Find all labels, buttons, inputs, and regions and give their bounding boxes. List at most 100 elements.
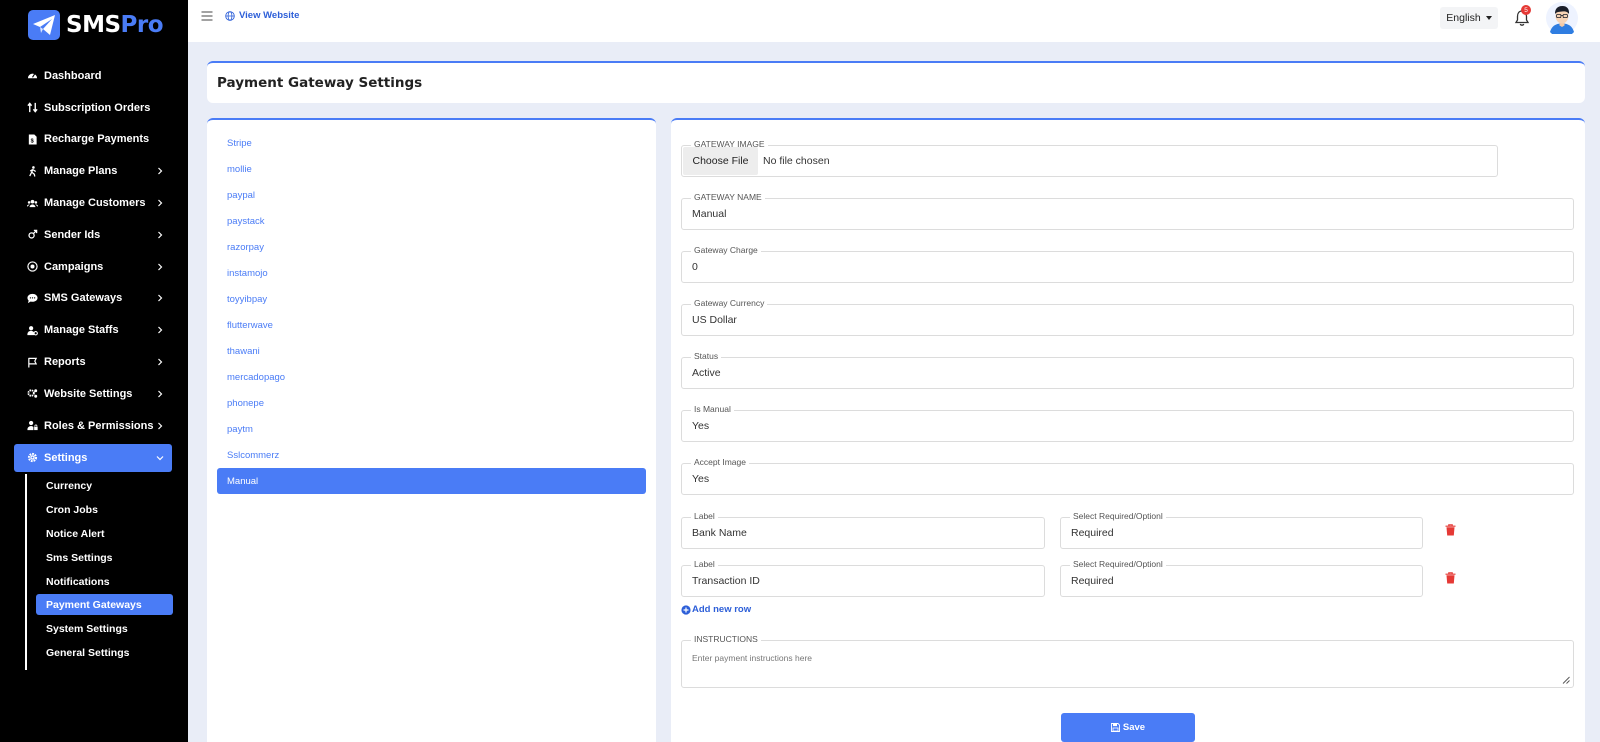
is-manual-label: Is Manual — [691, 404, 734, 414]
gateway-item-sslcommerz[interactable]: Sslcommerz — [217, 442, 646, 468]
sidebar-item-label: Manage Customers — [44, 197, 146, 210]
language-label: English — [1446, 12, 1481, 24]
sidebar-subitem-payment-gateways[interactable]: Payment Gateways — [36, 594, 173, 616]
sidebar-item-label: Campaigns — [44, 260, 104, 273]
sidebar-item-label: Manage Staffs — [44, 324, 119, 337]
chevron-right-icon — [158, 358, 163, 366]
gateway-name-label: GATEWAY NAME — [691, 192, 765, 202]
sidebar: SMSPro Dashboard Subscription Orders $ R… — [0, 0, 188, 742]
row-label-input[interactable]: Label Transaction ID — [681, 559, 1045, 597]
row-required-select[interactable]: Select Required/Optionl Required — [1060, 511, 1423, 549]
sidebar-subitem-general-settings[interactable]: General Settings — [27, 641, 173, 665]
chevron-right-icon — [158, 326, 163, 334]
gateway-item-paytm[interactable]: paytm — [217, 416, 646, 442]
gateway-item-mercadopago[interactable]: mercadopago — [217, 364, 646, 390]
accept-image-label: Accept Image — [691, 457, 749, 467]
sidebar-item-campaigns[interactable]: Campaigns — [14, 251, 172, 283]
invoice-icon: $ — [26, 133, 38, 145]
gauge-icon — [26, 70, 38, 82]
is-manual-value: Yes — [692, 420, 710, 432]
sidebar-item-website-settings[interactable]: Website Settings — [14, 378, 172, 410]
status-select[interactable]: Status Active — [681, 351, 1574, 389]
gateway-item-razorpay[interactable]: razorpay — [217, 234, 646, 260]
gateway-item-toyyibpay[interactable]: toyyibpay — [217, 286, 646, 312]
gateway-list: Stripe mollie paypal paystack razorpay i… — [217, 130, 646, 494]
sidebar-item-roles-permissions[interactable]: Roles & Permissions — [14, 410, 172, 442]
gateway-item-paystack[interactable]: paystack — [217, 208, 646, 234]
sidebar-item-label: Recharge Payments — [44, 133, 150, 146]
row-required-title: Select Required/Optionl — [1070, 511, 1166, 521]
sidebar-item-recharge-payments[interactable]: $ Recharge Payments — [14, 124, 172, 156]
target-icon — [26, 261, 38, 273]
gateway-currency-select[interactable]: Gateway Currency US Dollar — [681, 298, 1574, 336]
accept-image-select[interactable]: Accept Image Yes — [681, 457, 1574, 495]
avatar[interactable] — [1546, 2, 1578, 34]
row-label-title: Label — [691, 511, 718, 521]
sidebar-item-sms-gateways[interactable]: SMS Gateways — [14, 283, 172, 315]
flag-icon — [26, 356, 38, 368]
brand-name: SMSPro — [66, 12, 164, 38]
sidebar-item-settings[interactable]: Settings — [14, 443, 172, 472]
sidebar-item-manage-customers[interactable]: Manage Customers — [14, 187, 172, 219]
gear-icon — [26, 452, 38, 464]
sidebar-item-manage-staffs[interactable]: Manage Staffs — [14, 314, 172, 346]
gateway-name-value: Manual — [692, 208, 727, 220]
gears-icon — [26, 388, 38, 400]
sidebar-subitem-system-settings[interactable]: System Settings — [27, 617, 173, 641]
sidebar-item-label: Dashboard — [44, 69, 102, 82]
language-dropdown[interactable]: English — [1440, 7, 1498, 29]
sort-arrows-icon — [26, 102, 38, 114]
view-website-label: View Website — [239, 10, 300, 21]
sidebar-item-label: Roles & Permissions — [44, 419, 154, 432]
gateway-name-input[interactable]: GATEWAY NAME Manual — [681, 192, 1574, 230]
add-new-row-link[interactable]: Add new row — [681, 604, 751, 615]
gateway-charge-input[interactable]: Gateway Charge 0 — [681, 245, 1574, 283]
resize-handle-icon[interactable] — [1562, 676, 1570, 684]
choose-file-button[interactable]: Choose File — [683, 147, 758, 175]
gateway-item-phonepe[interactable]: phonepe — [217, 390, 646, 416]
row-label-input[interactable]: Label Bank Name — [681, 511, 1045, 549]
row-required-select[interactable]: Select Required/Optionl Required — [1060, 559, 1423, 597]
caret-down-icon — [1485, 16, 1492, 20]
gateway-item-flutterwave[interactable]: flutterwave — [217, 312, 646, 338]
is-manual-select[interactable]: Is Manual Yes — [681, 404, 1574, 442]
hamburger-menu-icon[interactable] — [201, 10, 213, 22]
sidebar-subitem-notifications[interactable]: Notifications — [27, 570, 173, 594]
globe-icon — [225, 10, 235, 21]
top-bar: View Website English 5 — [188, 0, 1600, 42]
sidebar-item-sender-ids[interactable]: Sender Ids — [14, 219, 172, 251]
sidebar-item-label: Sender Ids — [44, 228, 101, 241]
instructions-textarea[interactable]: INSTRUCTIONS Enter payment instructions … — [681, 634, 1574, 688]
gateway-image-file-input[interactable]: GATEWAY IMAGE Choose File No file chosen — [681, 139, 1498, 177]
sidebar-item-reports[interactable]: Reports — [14, 346, 172, 378]
sidebar-item-subscription-orders[interactable]: Subscription Orders — [14, 92, 172, 124]
chevron-right-icon — [158, 422, 163, 430]
sidebar-item-dashboard[interactable]: Dashboard — [14, 60, 172, 92]
brand-logo[interactable]: SMSPro — [28, 9, 164, 41]
gateway-item-paypal[interactable]: paypal — [217, 182, 646, 208]
sidebar-subitem-currency[interactable]: Currency — [27, 474, 173, 498]
save-label: Save — [1122, 722, 1146, 733]
sidebar-subitem-notice-alert[interactable]: Notice Alert — [27, 522, 173, 546]
save-button[interactable]: Save — [1061, 713, 1195, 742]
sidebar-nav: Dashboard Subscription Orders $ Recharge… — [14, 60, 172, 472]
gateway-item-mollie[interactable]: mollie — [217, 156, 646, 182]
chevron-right-icon — [158, 231, 163, 239]
gateway-item-instamojo[interactable]: instamojo — [217, 260, 646, 286]
row-required-value: Required — [1071, 575, 1114, 587]
sidebar-subitem-sms-settings[interactable]: Sms Settings — [27, 546, 173, 570]
user-lock-icon — [26, 420, 38, 432]
sidebar-item-label: Reports — [44, 356, 86, 369]
trash-icon[interactable] — [1445, 572, 1456, 584]
sidebar-subitem-cron-jobs[interactable]: Cron Jobs — [27, 498, 173, 522]
sidebar-item-manage-plans[interactable]: Manage Plans — [14, 155, 172, 187]
gateway-item-manual[interactable]: Manual — [217, 468, 646, 494]
sidebar-item-label: Settings — [44, 451, 88, 464]
view-website-link[interactable]: View Website — [225, 10, 299, 21]
chevron-right-icon — [158, 199, 163, 207]
row-label-value: Bank Name — [692, 527, 747, 539]
gateway-item-stripe[interactable]: Stripe — [217, 130, 646, 156]
trash-icon[interactable] — [1445, 524, 1456, 536]
gateway-item-thawani[interactable]: thawani — [217, 338, 646, 364]
sidebar-item-label: Website Settings — [44, 387, 133, 400]
